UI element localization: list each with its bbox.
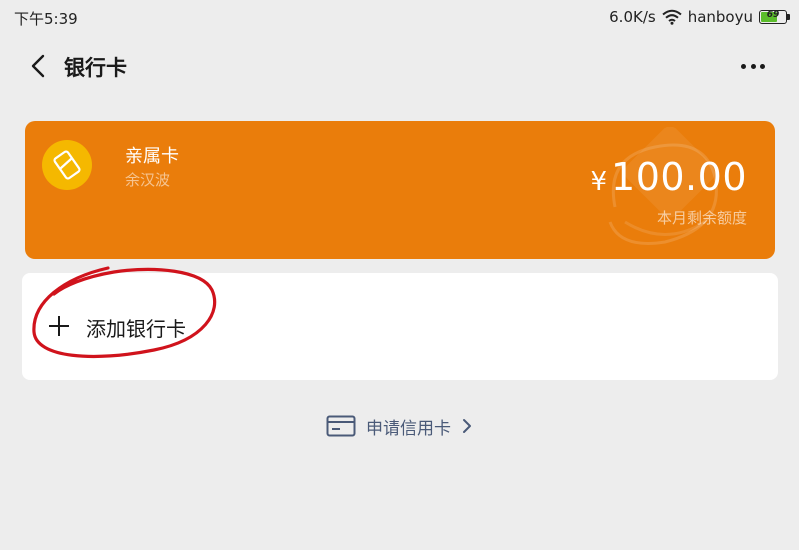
battery-level: 69 xyxy=(766,10,780,20)
family-card[interactable]: 亲属卡 余汉波 ¥ 100.00 本月剩余额度 xyxy=(25,121,775,259)
plus-icon xyxy=(49,316,69,336)
wifi-name: hanboyu xyxy=(687,8,753,26)
card-amount: ¥ 100.00 xyxy=(590,155,747,199)
family-card-logo-icon xyxy=(42,140,92,190)
status-bar: 下午5:39 6.0K/s hanboyu 69 xyxy=(0,0,799,36)
chevron-right-icon xyxy=(463,419,471,433)
status-indicators: 6.0K/s hanboyu 69 xyxy=(609,8,790,26)
network-speed: 6.0K/s xyxy=(609,8,656,26)
add-bank-card-label: 添加银行卡 xyxy=(86,317,186,341)
page-title: 银行卡 xyxy=(64,56,127,80)
card-holder: 余汉波 xyxy=(125,171,171,189)
more-dots-icon xyxy=(760,63,765,69)
more-dots-icon xyxy=(741,63,746,69)
credit-card-icon xyxy=(326,415,356,437)
add-bank-card-button[interactable]: 添加银行卡 xyxy=(22,273,778,380)
back-button[interactable] xyxy=(24,50,56,82)
title-bar: 银行卡 xyxy=(0,40,799,92)
card-currency: ¥ xyxy=(590,167,608,197)
apply-credit-card-link[interactable]: 申请信用卡 xyxy=(0,412,799,440)
screen: 下午5:39 6.0K/s hanboyu 69 银行卡 亲属卡 余汉波 ¥ 1… xyxy=(0,0,799,550)
battery-icon: 69 xyxy=(759,10,790,24)
wifi-icon xyxy=(662,9,682,25)
card-name: 亲属卡 xyxy=(125,146,179,167)
apply-credit-card-label: 申请信用卡 xyxy=(366,418,451,439)
status-time: 下午5:39 xyxy=(14,10,78,28)
card-amount-value: 100.00 xyxy=(611,155,747,199)
more-button[interactable] xyxy=(737,50,769,82)
card-amount-label: 本月剩余额度 xyxy=(656,209,747,227)
back-arrow-icon xyxy=(31,54,45,78)
more-dots-icon xyxy=(750,63,756,69)
